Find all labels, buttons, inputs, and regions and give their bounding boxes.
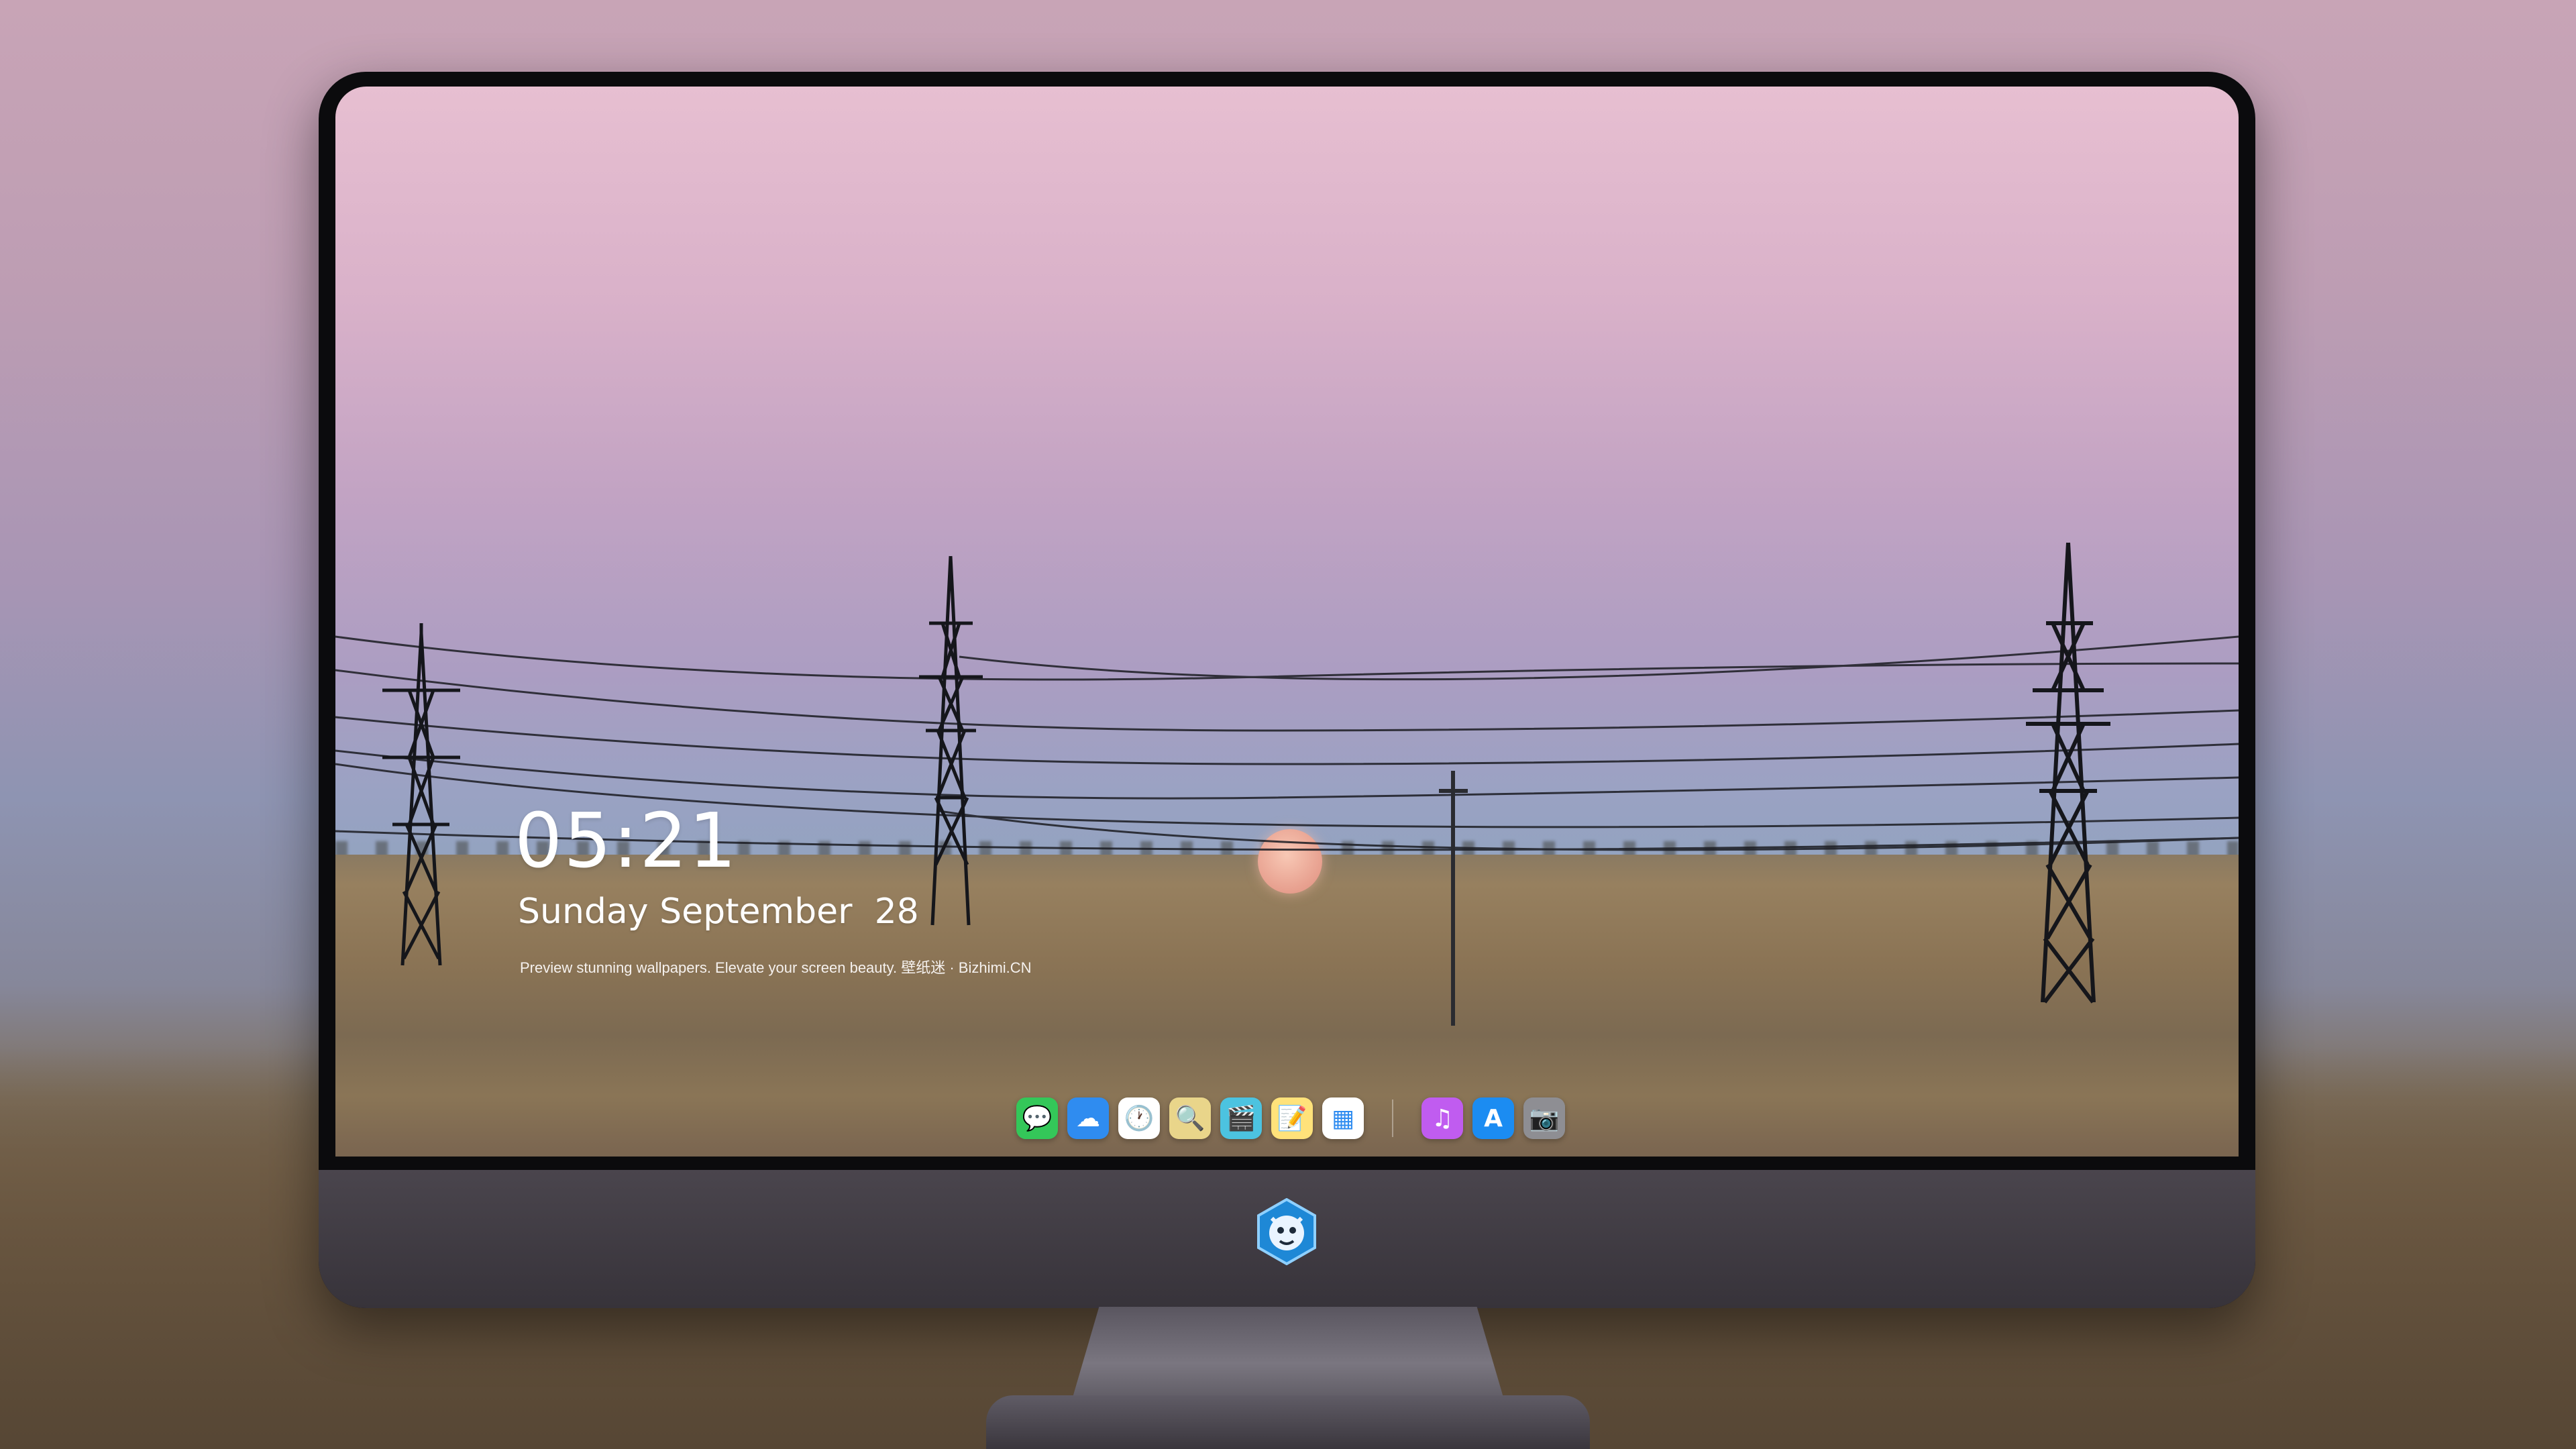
desktop-screen: 05:21 Sunday September 28 Preview stunni… — [335, 87, 2239, 1157]
wire-7 — [938, 810, 2239, 851]
wire-2 — [335, 669, 2239, 732]
dock-separator — [1392, 1099, 1393, 1137]
wire-4 — [335, 749, 2239, 800]
calendar-icon[interactable]: ▦ — [1322, 1097, 1364, 1139]
tower-middle — [919, 555, 983, 926]
preview-icon[interactable]: 🔍 — [1169, 1097, 1211, 1139]
app-store-icon[interactable]: A — [1472, 1097, 1514, 1139]
brand-logo-icon — [1257, 1198, 1316, 1265]
monitor: 05:21 Sunday September 28 Preview stunni… — [319, 72, 2255, 1308]
tower-right — [2026, 542, 2110, 1004]
power-lines — [335, 542, 2239, 1026]
pole — [1439, 771, 1468, 1026]
clock-time: 05:21 — [515, 798, 738, 885]
tower-left — [382, 623, 460, 966]
wire-3 — [335, 716, 2239, 765]
clock-date: Sunday September 28 — [518, 892, 919, 932]
wallpaper-tagline: Preview stunning wallpapers. Elevate you… — [520, 959, 1032, 976]
camera-icon[interactable]: 📷 — [1523, 1097, 1565, 1139]
weather-icon[interactable]: ☁ — [1067, 1097, 1109, 1139]
messages-icon[interactable]: 💬 — [1016, 1097, 1058, 1139]
wire-6 — [959, 635, 2239, 681]
clips-icon[interactable]: 🎬 — [1220, 1097, 1262, 1139]
notes-icon[interactable]: 📝 — [1271, 1097, 1313, 1139]
monitor-chin — [319, 1170, 2255, 1308]
clock-icon[interactable]: 🕐 — [1118, 1097, 1160, 1139]
itunes-icon[interactable]: ♫ — [1421, 1097, 1463, 1139]
dock: 💬 ☁ 🕐 🔍 🎬 📝 ▦ ♫ A 📷 — [1016, 1093, 1565, 1144]
monitor-stand-base — [986, 1395, 1590, 1449]
